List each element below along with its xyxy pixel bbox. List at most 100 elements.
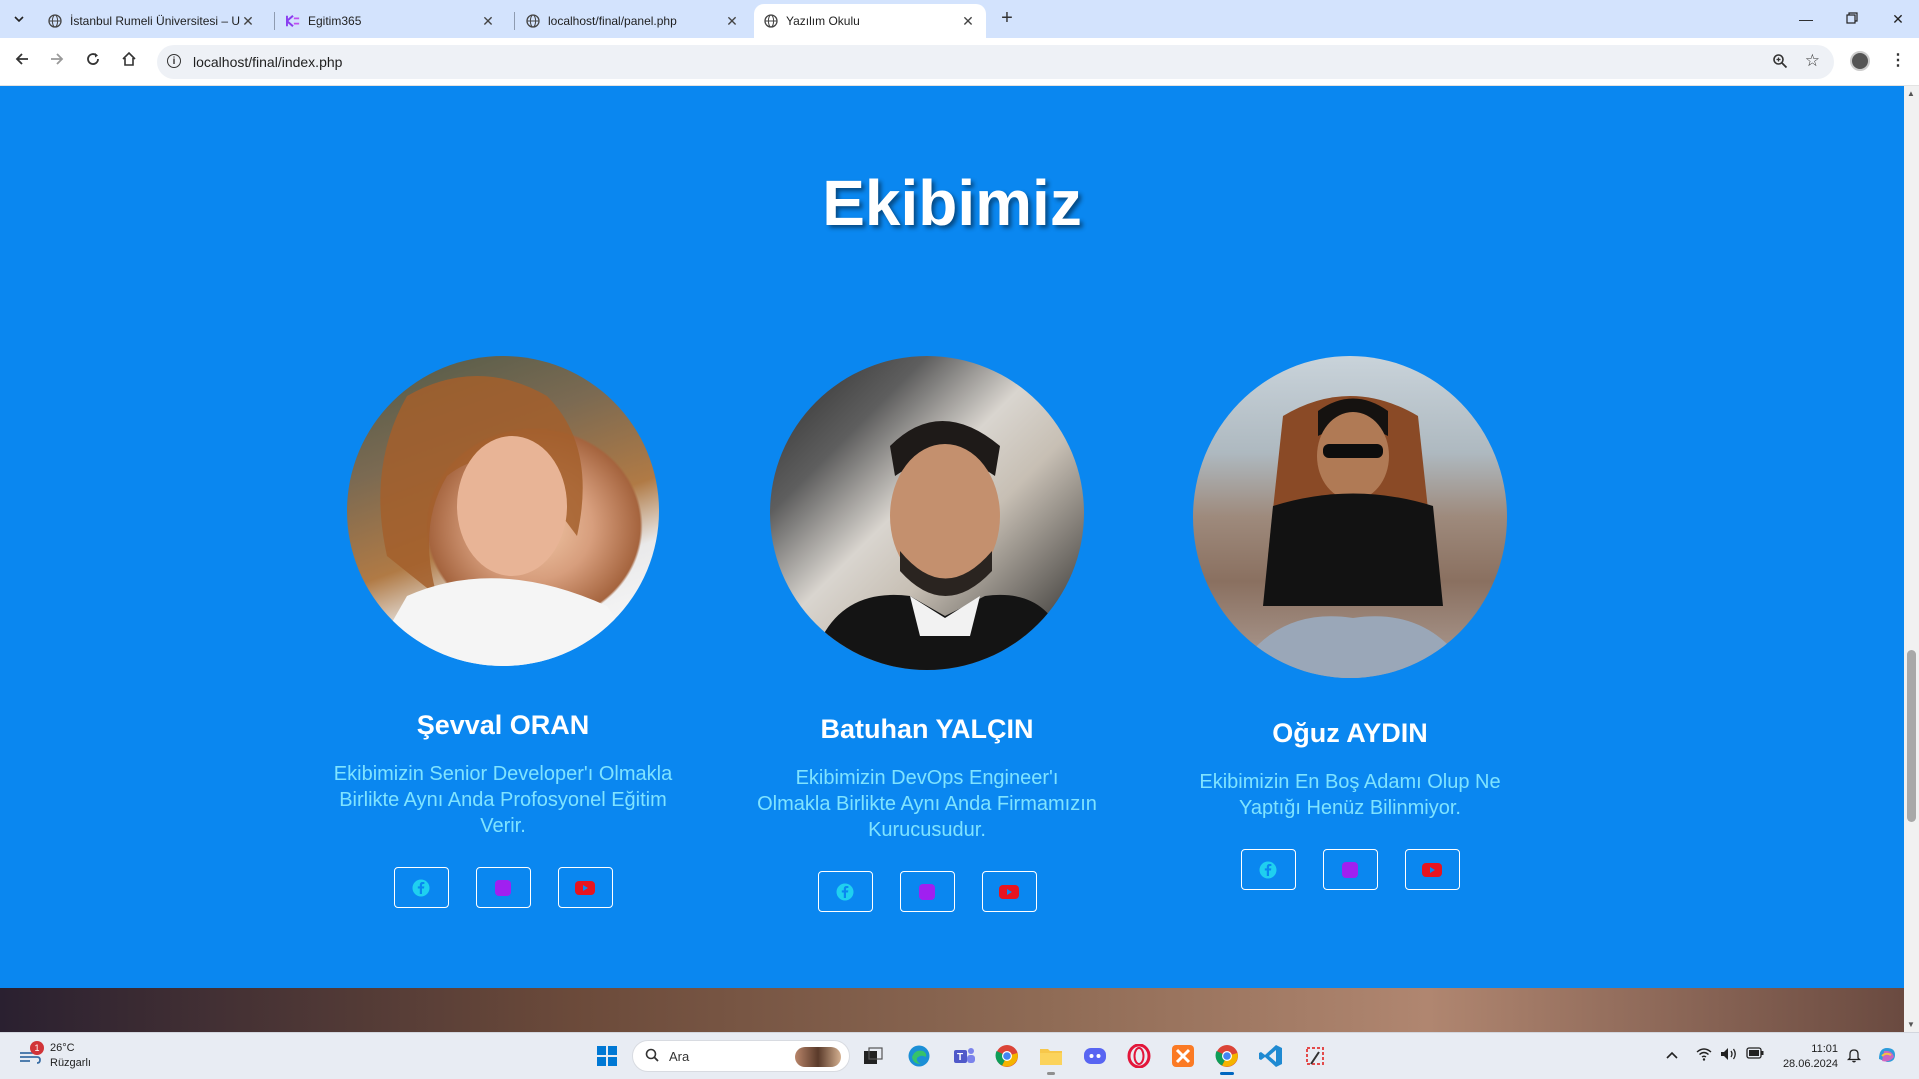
instagram-icon	[919, 883, 935, 900]
weather-widget[interactable]: 1 26°C Rüzgarlı	[18, 1041, 91, 1071]
tab-divider	[274, 12, 275, 30]
next-section-background-image	[0, 988, 1904, 1032]
windows-taskbar: 1 26°C Rüzgarlı Ara T 11:01 28.06.2024	[0, 1032, 1919, 1079]
team-member-name: Oğuz AYDIN	[1272, 718, 1428, 748]
globe-icon	[48, 14, 62, 28]
search-placeholder: Ara	[669, 1049, 690, 1064]
show-hidden-icons-chevron-icon[interactable]	[1666, 1047, 1678, 1062]
search-icon	[645, 1048, 659, 1065]
youtube-icon	[575, 880, 595, 895]
running-indicator	[1047, 1072, 1055, 1075]
site-info-icon[interactable]: i	[167, 54, 181, 68]
system-clock[interactable]: 11:01 28.06.2024	[1774, 1042, 1838, 1072]
forward-button[interactable]	[46, 51, 68, 73]
notification-bell-icon[interactable]	[1846, 1047, 1862, 1066]
team-member-photo	[770, 356, 1084, 670]
reload-button[interactable]	[82, 51, 104, 73]
team-member-photo	[1193, 356, 1507, 678]
instagram-icon	[495, 879, 511, 896]
profile-avatar[interactable]	[1850, 51, 1870, 71]
volume-icon[interactable]	[1720, 1047, 1738, 1064]
team-member-card: Batuhan YALÇIN Ekibimizin DevOps Enginee…	[757, 356, 1097, 912]
wind-icon: 1	[18, 1041, 44, 1065]
url-text[interactable]: localhost/final/index.php	[193, 54, 342, 70]
zoom-icon[interactable]	[1772, 53, 1788, 73]
close-tab-icon[interactable]: ✕	[240, 13, 256, 30]
search-highlight-image	[795, 1047, 841, 1067]
minimize-button[interactable]: —	[1786, 6, 1826, 32]
clock-date: 28.06.2024	[1782, 1058, 1838, 1070]
youtube-button[interactable]	[1404, 849, 1460, 890]
facebook-icon	[836, 883, 854, 900]
browser-toolbar: i localhost/final/index.php ☆	[0, 38, 1919, 86]
close-tab-icon[interactable]: ✕	[724, 13, 740, 30]
bookmark-star-icon[interactable]: ☆	[1805, 51, 1820, 71]
team-section: Ekibimiz Şevval ORAN Ekibimizin Senior D…	[0, 86, 1904, 1032]
chrome-active-icon[interactable]	[1214, 1043, 1240, 1075]
discord-icon[interactable]	[1082, 1043, 1108, 1069]
facebook-button[interactable]	[1240, 849, 1296, 890]
instagram-icon	[1342, 861, 1358, 878]
taskbar-search[interactable]: Ara	[632, 1040, 850, 1072]
close-tab-icon[interactable]: ✕	[480, 13, 496, 30]
address-bar[interactable]: i localhost/final/index.php ☆	[157, 45, 1834, 79]
opera-icon[interactable]	[1126, 1043, 1152, 1069]
chrome-icon[interactable]	[994, 1043, 1020, 1069]
facebook-button[interactable]	[393, 867, 449, 908]
tab-divider	[514, 12, 515, 30]
task-view-icon[interactable]	[860, 1043, 886, 1069]
social-links	[1180, 849, 1520, 890]
team-member-photo	[347, 356, 659, 666]
youtube-button[interactable]	[557, 867, 613, 908]
globe-icon	[526, 14, 540, 28]
youtube-icon	[1422, 862, 1442, 877]
svg-text:T: T	[957, 1052, 963, 1063]
teams-icon[interactable]: T	[951, 1043, 977, 1069]
wifi-icon[interactable]	[1696, 1047, 1712, 1064]
vscode-icon[interactable]	[1258, 1043, 1284, 1069]
file-explorer-icon[interactable]	[1038, 1043, 1064, 1075]
scrollbar-thumb[interactable]	[1907, 650, 1916, 822]
scroll-up-arrow-icon[interactable]: ▲	[1907, 89, 1915, 98]
home-button[interactable]	[118, 51, 140, 73]
tab-title: Yazılım Okulu	[786, 14, 860, 28]
tab-search-dropdown-button[interactable]	[8, 8, 30, 30]
team-member-description: Ekibimizin DevOps Engineer'ı Olmakla Bir…	[757, 767, 1097, 841]
tab-title: localhost/final/panel.php	[548, 14, 677, 28]
xampp-icon[interactable]	[1170, 1043, 1196, 1069]
youtube-button[interactable]	[981, 871, 1037, 912]
social-links	[333, 867, 673, 908]
edge-browser-icon[interactable]	[906, 1043, 932, 1069]
close-window-button[interactable]: ✕	[1878, 6, 1918, 32]
scroll-down-arrow-icon[interactable]: ▼	[1907, 1020, 1915, 1029]
section-title: Ekibimiz	[822, 167, 1082, 239]
facebook-button[interactable]	[817, 871, 873, 912]
active-app-indicator	[1220, 1072, 1234, 1075]
instagram-button[interactable]	[475, 867, 531, 908]
facebook-icon	[1259, 861, 1277, 878]
egitim365-logo-icon	[286, 14, 300, 28]
instagram-button[interactable]	[899, 871, 955, 912]
clock-time: 11:01	[1811, 1043, 1838, 1055]
new-tab-button[interactable]: +	[996, 8, 1018, 30]
tab-title: Egitim365	[308, 14, 362, 28]
windows-start-button[interactable]	[594, 1043, 620, 1069]
page-scrollbar[interactable]: ▲ ▼	[1904, 86, 1919, 1032]
copilot-icon[interactable]	[1876, 1044, 1898, 1069]
tab-yazilim-okulu[interactable]: Yazılım Okulu ✕	[754, 4, 986, 38]
tab-istanbul-rumeli[interactable]: İstanbul Rumeli Üniversitesi – U ✕	[38, 4, 266, 38]
snipping-tool-icon[interactable]	[1302, 1043, 1328, 1069]
weather-description: Rüzgarlı	[50, 1057, 91, 1069]
team-member-description: Ekibimizin En Boş Adamı Olup Ne Yaptığı …	[1199, 771, 1501, 819]
back-button[interactable]	[11, 51, 33, 73]
close-tab-icon[interactable]: ✕	[960, 13, 976, 30]
instagram-button[interactable]	[1322, 849, 1378, 890]
team-member-description: Ekibimizin Senior Developer'ı Olmakla Bi…	[333, 763, 673, 837]
battery-icon[interactable]	[1746, 1047, 1764, 1062]
weather-temperature: 26°C	[50, 1042, 75, 1054]
tab-egitim365[interactable]: Egitim365 ✕	[276, 4, 506, 38]
team-member-name: Batuhan YALÇIN	[820, 714, 1034, 744]
tab-panel-php[interactable]: localhost/final/panel.php ✕	[516, 4, 750, 38]
restore-button[interactable]	[1832, 6, 1872, 32]
menu-kebab-icon[interactable]: ⋮	[1890, 50, 1906, 70]
